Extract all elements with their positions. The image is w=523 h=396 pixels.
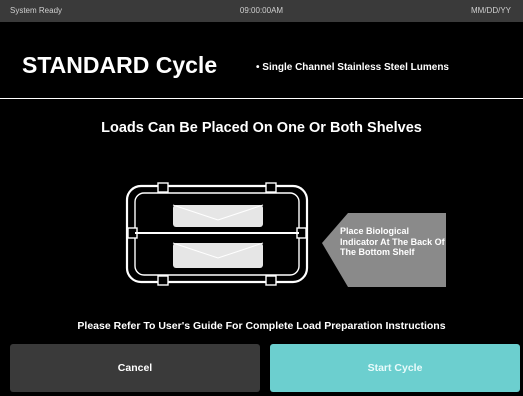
cancel-button[interactable]: Cancel [10, 344, 260, 392]
page-title: STANDARD Cycle [22, 52, 218, 78]
status-bar: System Ready 09:00:00AM MM/DD/YY [0, 0, 523, 22]
biological-indicator-callout: Place Biological Indicator At The Back O… [322, 213, 446, 287]
start-cycle-button[interactable]: Start Cycle [270, 344, 520, 392]
indicator-callout-text: Place Biological Indicator At The Back O… [340, 226, 445, 257]
cycle-header: STANDARD Cycle • Single Channel Stainles… [0, 22, 523, 99]
cycle-subtitle: • Single Channel Stainless Steel Lumens [256, 62, 449, 73]
clock-time: 09:00:00AM [239, 6, 284, 15]
date-display: MM/DD/YY [471, 6, 511, 15]
load-instructions-note: Please Refer To User's Guide For Complet… [77, 320, 446, 332]
chamber-shelves-icon [124, 180, 310, 293]
load-heading: Loads Can Be Placed On One Or Both Shelv… [101, 120, 422, 136]
